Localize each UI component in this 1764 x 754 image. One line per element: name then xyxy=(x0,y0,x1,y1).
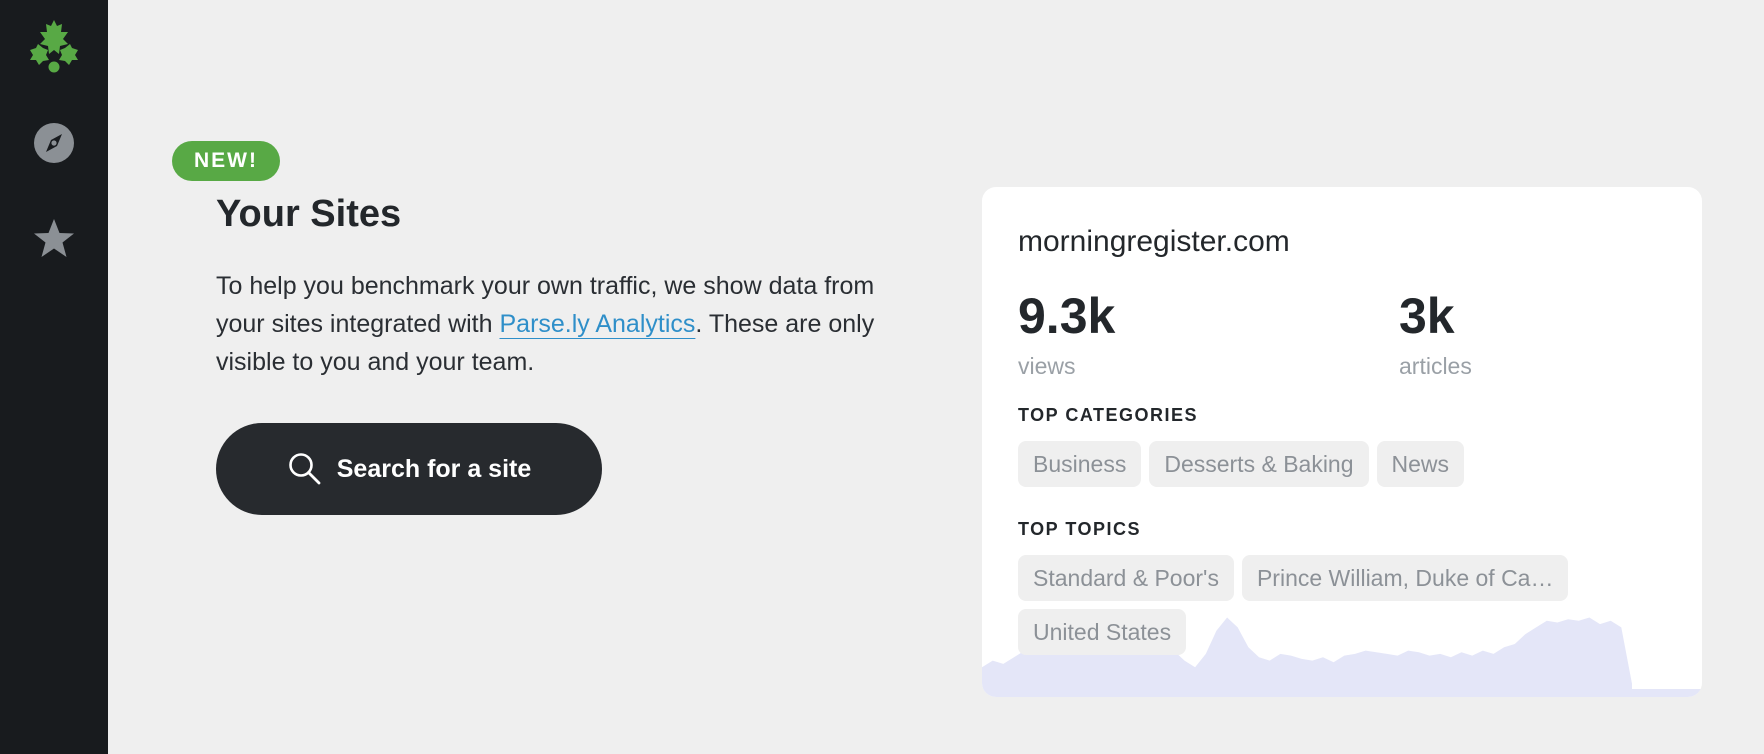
category-chip[interactable]: Desserts & Baking xyxy=(1149,441,1369,487)
sidebar xyxy=(0,0,108,754)
intro-text: To help you benchmark your own traffic, … xyxy=(216,267,906,381)
parsely-leaf-logo-icon[interactable] xyxy=(30,20,78,74)
topic-chip[interactable]: Prince William, Duke of Ca… xyxy=(1241,555,1569,601)
views-value: 9.3k xyxy=(1018,288,1116,344)
page-title: Your Sites xyxy=(216,193,402,235)
topics-list: Standard & Poor's Prince William, Duke o… xyxy=(1018,555,1678,655)
search-icon xyxy=(288,453,321,485)
topic-chip[interactable]: United States xyxy=(1018,609,1187,655)
category-chip[interactable]: News xyxy=(1376,441,1465,487)
top-categories-heading: TOP CATEGORIES xyxy=(1018,405,1199,425)
compass-icon[interactable] xyxy=(32,121,76,165)
parsely-analytics-link[interactable]: Parse.ly Analytics xyxy=(499,310,695,338)
search-site-button[interactable]: Search for a site xyxy=(216,423,602,515)
views-label: views xyxy=(1018,353,1076,379)
site-card[interactable]: morningregister.com 9.3k views 3k articl… xyxy=(982,187,1702,697)
new-badge: NEW! xyxy=(172,141,280,181)
categories-list: Business Desserts & Baking News xyxy=(1018,441,1678,487)
articles-label: articles xyxy=(1399,353,1472,379)
views-metric: 9.3k views xyxy=(1018,291,1115,380)
topic-chip[interactable]: Standard & Poor's xyxy=(1018,555,1234,601)
articles-metric: 3k articles xyxy=(1399,291,1472,380)
top-topics-heading: TOP TOPICS xyxy=(1018,519,1142,539)
site-domain: morningregister.com xyxy=(1018,225,1290,258)
articles-value: 3k xyxy=(1399,288,1455,344)
search-site-button-label: Search for a site xyxy=(336,454,532,483)
star-icon[interactable] xyxy=(32,217,76,261)
category-chip[interactable]: Business xyxy=(1018,441,1142,487)
